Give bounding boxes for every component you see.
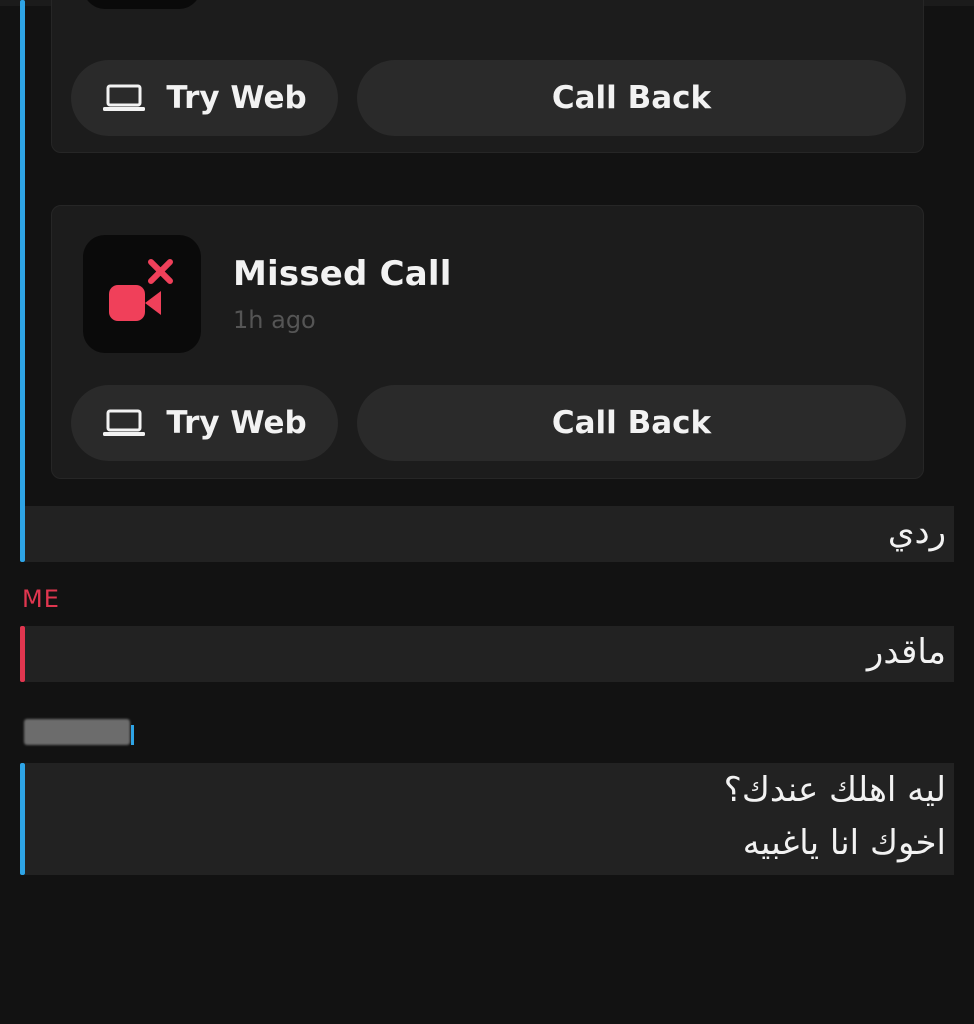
redaction-block xyxy=(24,719,130,745)
call-title: Missed Call xyxy=(233,254,452,294)
call-card-missed: Missed Call 1h ago Try Web Call Back xyxy=(51,205,924,479)
redaction-edge xyxy=(131,725,134,745)
try-web-label: Try Web xyxy=(166,405,307,441)
sender-name-redacted xyxy=(22,717,134,747)
call-time: 1h ago xyxy=(233,306,316,334)
try-web-label: Try Web xyxy=(166,80,307,116)
message-row[interactable]: ماقدر xyxy=(25,626,954,682)
missed-video-call-icon xyxy=(83,0,201,9)
call-card-partial: Try Web Call Back xyxy=(51,0,924,153)
message-row[interactable]: ردي xyxy=(25,506,954,562)
call-back-button[interactable]: Call Back xyxy=(357,60,906,136)
call-back-label: Call Back xyxy=(551,80,712,116)
laptop-icon xyxy=(102,408,146,438)
sender-label-me: ME xyxy=(22,585,60,613)
call-back-label: Call Back xyxy=(551,405,712,441)
try-web-button[interactable]: Try Web xyxy=(71,385,338,461)
message-text-line-2: اخوك انا ياغبيه xyxy=(742,823,946,863)
friend-thread-bar xyxy=(20,0,25,562)
missed-video-call-icon xyxy=(83,235,201,353)
message-text: ردي xyxy=(887,512,946,552)
try-web-button[interactable]: Try Web xyxy=(71,60,338,136)
call-back-button[interactable]: Call Back xyxy=(357,385,906,461)
message-text-line-1: ليه اهلك عندك؟ xyxy=(723,770,946,810)
chat-screen: Try Web Call Back Missed Call 1h ago Try… xyxy=(0,0,974,1024)
message-text: ماقدر xyxy=(866,632,946,672)
laptop-icon xyxy=(102,83,146,113)
message-row[interactable]: ليه اهلك عندك؟ اخوك انا ياغبيه xyxy=(25,763,954,875)
